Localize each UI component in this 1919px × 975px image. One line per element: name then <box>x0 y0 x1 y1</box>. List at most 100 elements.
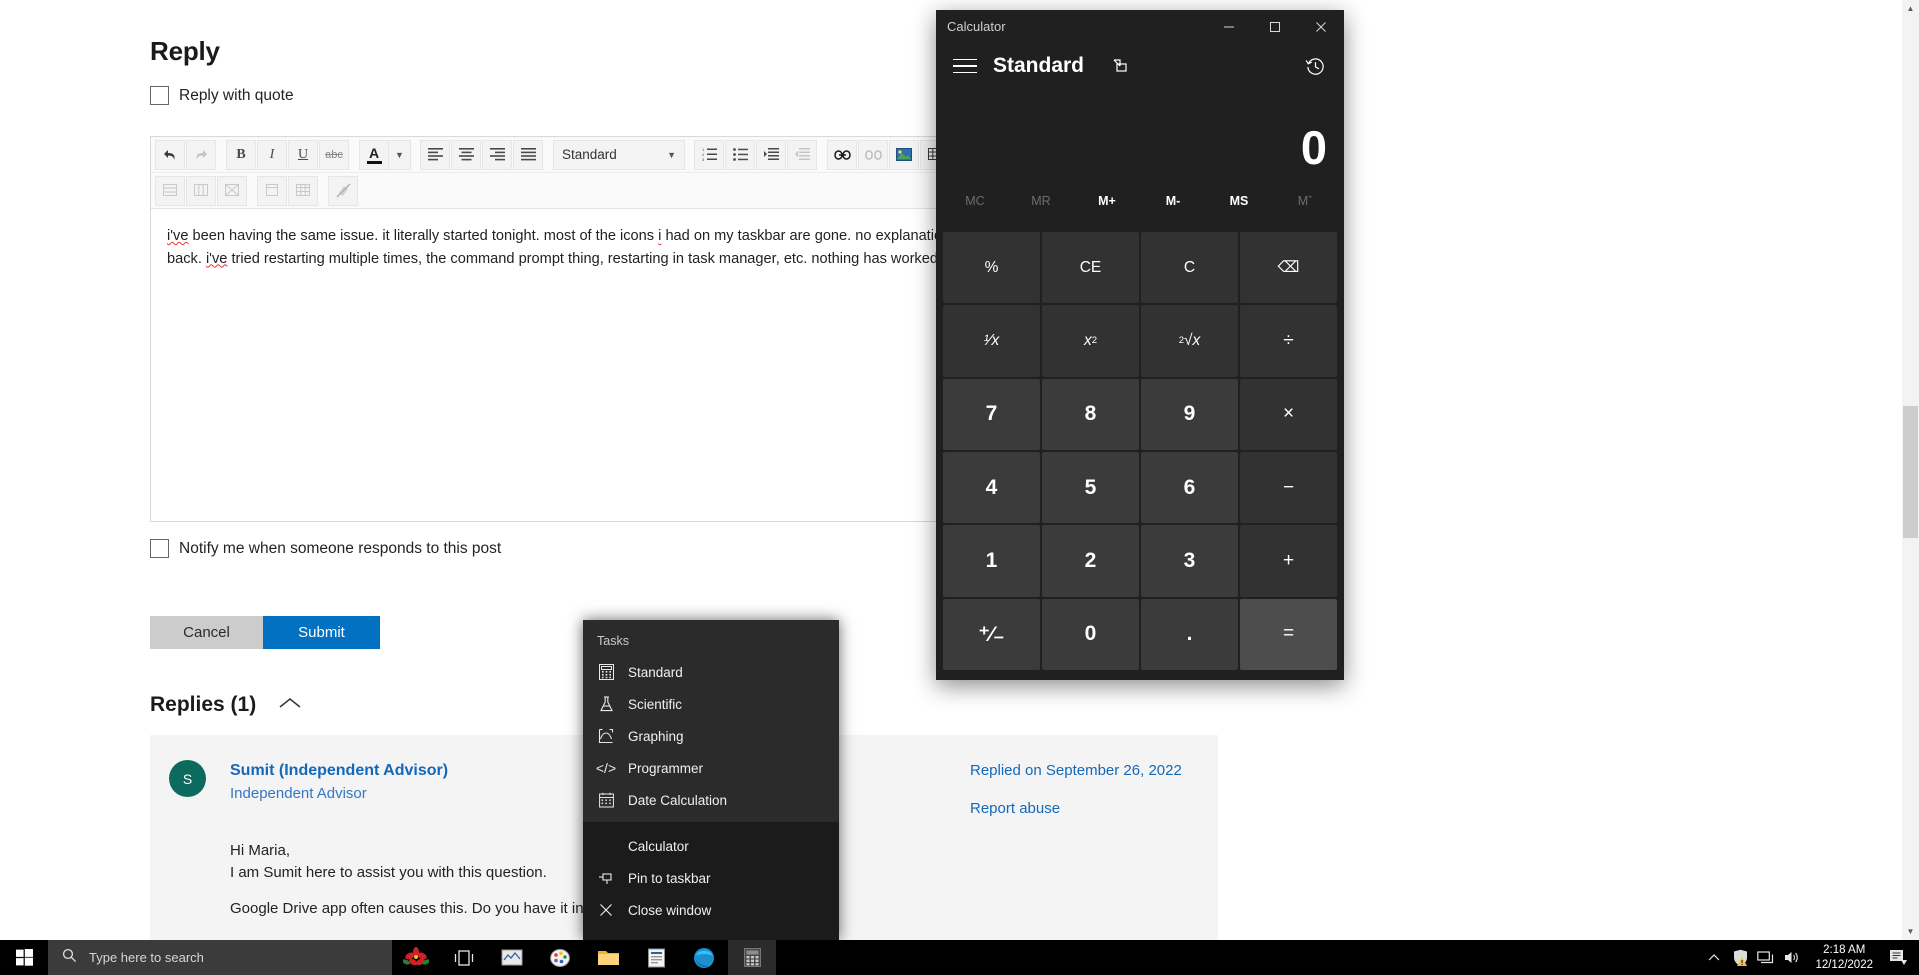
calc-key-eight[interactable]: 8 <box>1042 378 1139 450</box>
calc-key-zero[interactable]: 0 <box>1042 598 1139 670</box>
notify-row[interactable]: Notify me when someone responds to this … <box>150 539 501 558</box>
jumplist-task-programmer[interactable]: </> Programmer <box>583 752 839 784</box>
calc-key-multiply[interactable]: × <box>1240 378 1337 450</box>
jumplist-action-close-window[interactable]: Close window <box>583 894 839 926</box>
windows-security-warning-icon[interactable] <box>1727 940 1753 975</box>
calc-key-clear-entry[interactable]: CE <box>1042 232 1139 304</box>
redo-icon[interactable] <box>186 139 216 170</box>
calc-key-divide[interactable]: ÷ <box>1240 305 1337 377</box>
numbered-list-icon[interactable]: 123 <box>694 139 724 170</box>
notify-checkbox[interactable] <box>150 539 169 558</box>
underline-icon[interactable]: U <box>288 139 318 170</box>
memory-button-m+[interactable]: M+ <box>1074 194 1140 208</box>
calc-key-seven[interactable]: 7 <box>943 378 1040 450</box>
bulleted-list-icon[interactable] <box>725 139 755 170</box>
align-left-icon[interactable] <box>420 139 450 170</box>
network-icon[interactable] <box>1753 940 1779 975</box>
memory-button-m-[interactable]: M- <box>1140 194 1206 208</box>
jumplist-task-graphing[interactable]: Graphing <box>583 720 839 752</box>
indent-increase-icon[interactable] <box>756 139 786 170</box>
poinsettia-flower-icon[interactable] <box>392 940 440 975</box>
memory-button-m[interactable]: Mˇ <box>1272 194 1338 208</box>
sticky-notes-icon[interactable] <box>488 940 536 975</box>
calc-key-four[interactable]: 4 <box>943 452 1040 524</box>
jumplist-task-date-calculation[interactable]: Date Calculation <box>583 784 839 816</box>
calc-key-three[interactable]: 3 <box>1141 525 1238 597</box>
page-scrollbar[interactable]: ▲ ▼ <box>1902 0 1919 940</box>
jumplist-task-scientific[interactable]: Scientific <box>583 688 839 720</box>
scroll-down-icon[interactable]: ▼ <box>1902 923 1919 940</box>
store-icon[interactable] <box>632 940 680 975</box>
calculator-window[interactable]: Calculator Standard 0 MCMRM+M-MSMˇ <box>936 10 1344 680</box>
font-color-icon[interactable]: A <box>359 139 389 170</box>
align-center-icon[interactable] <box>451 139 481 170</box>
calc-key-equals[interactable]: = <box>1240 598 1337 670</box>
file-explorer-icon[interactable] <box>584 940 632 975</box>
volume-icon[interactable] <box>1779 940 1805 975</box>
memory-button-ms[interactable]: MS <box>1206 194 1272 208</box>
calc-key-reciprocal[interactable]: ¹⁄x <box>943 305 1040 377</box>
scrollbar-thumb[interactable] <box>1903 406 1918 538</box>
remove-format-icon[interactable] <box>328 175 358 206</box>
align-justify-icon[interactable] <box>513 139 543 170</box>
keep-on-top-icon[interactable] <box>1106 52 1134 80</box>
history-icon[interactable] <box>1298 49 1332 83</box>
merge-cells-icon[interactable] <box>257 175 287 206</box>
calc-key-percent[interactable]: % <box>943 232 1040 304</box>
windows-start-icon[interactable] <box>0 940 48 975</box>
show-hidden-icons-icon[interactable] <box>1701 940 1727 975</box>
reply-author-role[interactable]: Independent Advisor <box>230 785 367 802</box>
memory-button-mc[interactable]: MC <box>942 194 1008 208</box>
jumplist-action-calculator[interactable]: Calculator <box>583 830 839 862</box>
undo-icon[interactable] <box>155 139 185 170</box>
submit-button[interactable]: Submit <box>263 616 380 649</box>
calc-key-decimal[interactable]: . <box>1141 598 1238 670</box>
close-icon[interactable] <box>1298 10 1344 43</box>
calc-key-square[interactable]: x2 <box>1042 305 1139 377</box>
calc-key-subtract[interactable]: − <box>1240 452 1337 524</box>
hamburger-icon[interactable] <box>948 49 982 83</box>
remove-link-icon[interactable] <box>858 139 888 170</box>
jumplist-action-pin-to-taskbar[interactable]: Pin to taskbar <box>583 862 839 894</box>
calc-key-nine[interactable]: 9 <box>1141 378 1238 450</box>
microsoft-edge-icon[interactable] <box>680 940 728 975</box>
calc-key-clear[interactable]: C <box>1141 232 1238 304</box>
taskbar-clock[interactable]: 2:18 AM 12/12/2022 <box>1805 943 1883 972</box>
reply-with-quote-row[interactable]: Reply with quote <box>150 86 294 105</box>
font-color-dropdown-icon[interactable]: ▼ <box>389 139 411 170</box>
align-right-icon[interactable] <box>482 139 512 170</box>
delete-table-icon[interactable] <box>217 175 247 206</box>
calculator-titlebar[interactable]: Calculator <box>936 10 1344 43</box>
scroll-up-icon[interactable]: ▲ <box>1902 0 1919 17</box>
jumplist-task-standard[interactable]: Standard <box>583 656 839 688</box>
insert-image-icon[interactable] <box>889 139 919 170</box>
task-view-icon[interactable] <box>440 940 488 975</box>
calc-key-six[interactable]: 6 <box>1141 452 1238 524</box>
delete-column-icon[interactable] <box>186 175 216 206</box>
cancel-button[interactable]: Cancel <box>150 616 263 649</box>
search-input[interactable]: Type here to search <box>48 940 392 975</box>
notifications-icon[interactable] <box>1883 940 1913 975</box>
paint-icon[interactable] <box>536 940 584 975</box>
calc-key-square-root[interactable]: 2 √x <box>1141 305 1238 377</box>
calc-key-five[interactable]: 5 <box>1042 452 1139 524</box>
calc-key-add[interactable]: + <box>1240 525 1337 597</box>
italic-icon[interactable]: I <box>257 139 287 170</box>
table-properties-icon[interactable] <box>288 175 318 206</box>
bold-icon[interactable]: B <box>226 139 256 170</box>
reply-author-name[interactable]: Sumit (Independent Advisor) <box>230 762 448 780</box>
calc-key-negate[interactable]: ⁺⁄₋ <box>943 598 1040 670</box>
chevron-up-icon[interactable] <box>278 696 302 715</box>
calculator-taskbar-icon[interactable] <box>728 940 776 975</box>
memory-button-mr[interactable]: MR <box>1008 194 1074 208</box>
maximize-icon[interactable] <box>1252 10 1298 43</box>
delete-row-icon[interactable] <box>155 175 185 206</box>
report-abuse-link[interactable]: Report abuse <box>970 800 1060 817</box>
calc-key-two[interactable]: 2 <box>1042 525 1139 597</box>
strikethrough-icon[interactable]: abc <box>319 139 349 170</box>
calc-key-one[interactable]: 1 <box>943 525 1040 597</box>
insert-link-icon[interactable] <box>827 139 857 170</box>
paragraph-style-select[interactable]: Standard ▼ <box>553 139 685 170</box>
calc-key-backspace[interactable]: ⌫ <box>1240 232 1337 304</box>
reply-with-quote-checkbox[interactable] <box>150 86 169 105</box>
